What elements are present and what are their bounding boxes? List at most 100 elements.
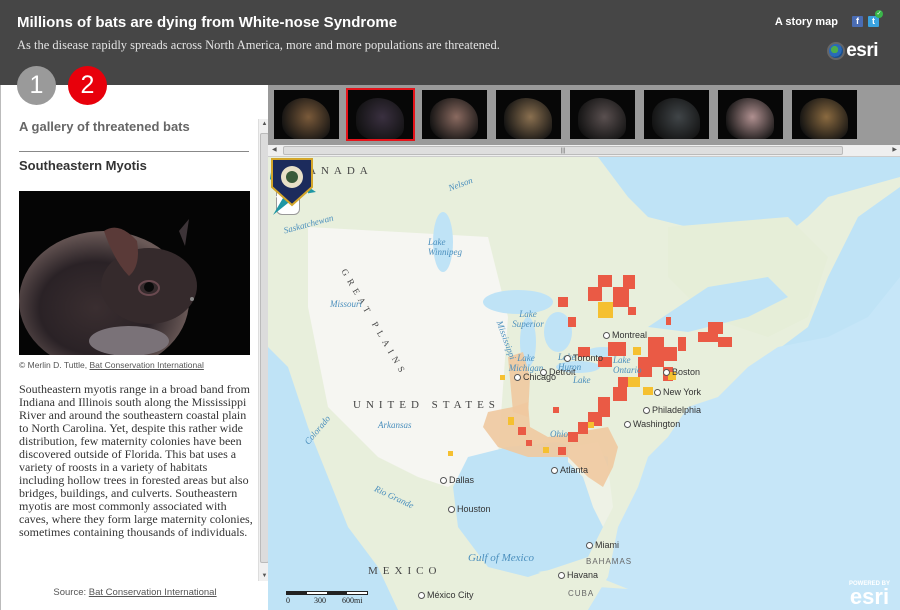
wns-suspected-county [508,417,514,425]
wns-suspected-county [633,347,641,355]
bat-thumbnail-image [652,98,700,139]
check-icon: ✓ [875,10,883,18]
esri-logo[interactable]: esri [827,40,878,62]
side-panel: A gallery of threatened bats Southeaster… [0,85,269,610]
powered-by-esri-logo[interactable]: POWERED BY esri [849,581,890,609]
lake-huron [544,312,572,352]
wns-confirmed-county [663,347,677,361]
tab-1[interactable]: 1 [17,66,56,105]
bat-thumbnail-image [800,98,848,139]
esri-wordmark: esri [846,40,878,61]
scrollbar-thumb[interactable]: ||| [283,146,843,155]
wns-suspected-county [588,422,594,428]
label-cuba: CUBA [568,589,595,598]
city-miami: Miami [586,540,619,550]
wns-confirmed-county [526,440,532,446]
scale-bar: 0 300 600mi [286,591,368,605]
wns-confirmed-county [623,275,635,289]
wns-confirmed-county [718,337,732,347]
scale-zero: 0 [286,596,290,605]
wns-confirmed-county [613,387,627,401]
bat-thumbnail[interactable] [494,88,563,141]
wns-confirmed-county [678,337,686,351]
wns-confirmed-county [518,427,526,435]
header: Millions of bats are dying from White-no… [0,0,900,85]
source-link[interactable]: Bat Conservation International [89,587,217,598]
bat-thumbnail-image [282,98,330,139]
label-lake-winnipeg: Lake Winnipeg [428,237,462,257]
city-houston: Houston [448,504,491,514]
city-new-york: New York [654,387,701,397]
wns-confirmed-county [553,407,559,413]
scale-mid: 300 [314,596,326,605]
city-dallas: Dallas [440,475,474,485]
bat-thumbnail[interactable] [346,88,415,141]
bat-thumbnail-image [504,98,552,139]
label-united-states: UNITED STATES [353,399,500,411]
scale-bar-graphic [286,591,368,595]
city-mexico-city: México City [418,590,474,600]
page-title: Millions of bats are dying from White-no… [17,14,398,31]
wns-confirmed-county [568,432,578,442]
scroll-left-icon[interactable]: ◀ [272,146,277,153]
bat-thumbnail-image [726,98,774,139]
label-mexico: MEXICO [368,565,442,577]
source-line: Source: Bat Conservation International [1,587,269,598]
city-toronto: Toronto [564,353,603,363]
map[interactable]: + - ANADA UNITED STATES MEXICO GREAT PLA… [268,157,900,610]
divider [19,151,249,152]
globe-icon [827,42,846,60]
label-gulf-of-mexico: Gulf of Mexico [468,552,534,564]
label-arkansas: Arkansas [378,420,412,430]
wns-confirmed-county [588,287,602,301]
credit-prefix: © Merlin D. Tuttle, [19,360,90,370]
tab-2[interactable]: 2 [68,66,107,105]
city-philadelphia: Philadelphia [643,405,701,415]
wns-confirmed-county [613,287,629,307]
gallery-title: A gallery of threatened bats [19,119,190,134]
bat-thumbnail[interactable] [716,88,785,141]
pa-game-commission-icon [271,158,313,207]
story-map-label: A story map [774,16,838,28]
bat-thumbnail-image [356,98,404,139]
thumbnail-scrollbar[interactable]: ◀ ||| ▶ [268,145,900,157]
wns-confirmed-county [578,422,588,434]
city-boston: Boston [663,367,700,377]
wns-suspected-county [598,302,613,318]
wns-suspected-county [543,447,549,453]
label-lake-ontario: Lake Ontario [613,355,642,375]
photo-credit: © Merlin D. Tuttle, Bat Conservation Int… [19,360,204,370]
wns-confirmed-county [558,297,568,307]
label-missouri: Missouri [330,299,363,309]
wns-confirmed-county [558,447,566,455]
scroll-right-icon[interactable]: ▶ [892,146,897,153]
bat-thumbnail[interactable] [272,88,341,141]
city-montreal: Montreal [603,330,647,340]
bat-thumbnail[interactable] [420,88,489,141]
source-prefix: Source: [53,587,89,598]
city-atlanta: Atlanta [551,465,588,475]
page-subtitle: As the disease rapidly spreads across No… [17,38,500,52]
thumbnail-strip [268,85,900,145]
label-ohio: Ohio [550,429,568,439]
bat-name: Southeastern Myotis [19,158,147,173]
bat-thumbnail[interactable] [642,88,711,141]
wns-confirmed-county [568,317,576,327]
bat-thumbnail[interactable] [568,88,637,141]
wns-confirmed-county [618,377,628,387]
bat-description: Southeastern myotis range in a broad ban… [19,382,253,539]
scale-max: 600mi [342,596,363,605]
label-lake-superior: Lake Superior [512,309,544,329]
city-chicago: Chicago [514,372,556,382]
label-bahamas: BAHAMAS [586,557,633,566]
wns-confirmed-county [708,322,723,334]
wns-suspected-county [500,375,505,380]
facebook-icon[interactable]: f [852,16,863,27]
credit-link[interactable]: Bat Conservation International [90,360,204,370]
bat-thumbnail[interactable] [790,88,859,141]
wns-suspected-county [628,377,640,387]
esri-label: esri [849,584,890,609]
wns-suspected-county [448,451,453,456]
city-havana: Havana [558,570,598,580]
wns-confirmed-county [598,275,612,287]
